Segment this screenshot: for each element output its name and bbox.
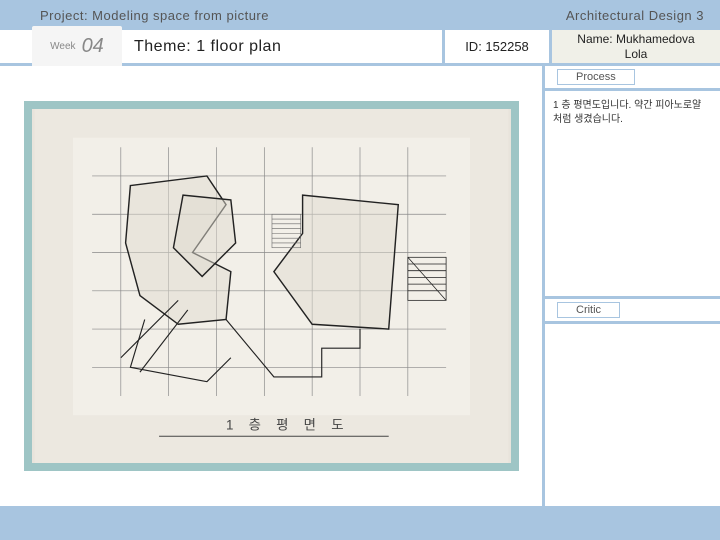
id-label: ID: 152258 [442,30,552,63]
project-label: Project: Modeling space from picture [8,8,566,23]
footer-bar [0,506,720,536]
name-box: Name: Mukhamedova Lola [552,30,720,63]
process-text: 1 층 평면도입니다. 약간 피아노로얄 처럼 생겼습니다. [553,100,701,125]
critic-title: Critic [557,302,620,318]
main-area: 1 층 평 면 도 Process 1 층 평면도입니다. 약간 피아노로얄 처… [0,66,720,506]
process-title: Process [557,69,635,85]
info-row: Week 04 Theme: 1 floor plan ID: 152258 N… [0,30,720,66]
floorplan-svg: 1 층 평 면 도 [32,109,511,463]
name-line1: Name: Mukhamedova [577,32,694,46]
critic-body [545,324,720,506]
image-panel: 1 층 평 면 도 [0,66,545,506]
theme-label: Theme: 1 floor plan [122,30,442,63]
floorplan-image: 1 층 평 면 도 [24,101,519,471]
week-box: Week 04 [32,26,122,66]
right-panel: Process 1 층 평면도입니다. 약간 피아노로얄 처럼 생겼습니다. C… [545,66,720,506]
name-line2: Lola [625,47,648,61]
process-header: Process [545,66,720,88]
svg-text:1 층 평 면 도: 1 층 평 면 도 [226,418,349,433]
process-body: 1 층 평면도입니다. 약간 피아노로얄 처럼 생겼습니다. [545,91,720,296]
week-label: Week [50,41,75,52]
week-number: 04 [82,35,104,58]
course-label: Architectural Design 3 [566,8,712,23]
critic-header: Critic [545,299,720,321]
